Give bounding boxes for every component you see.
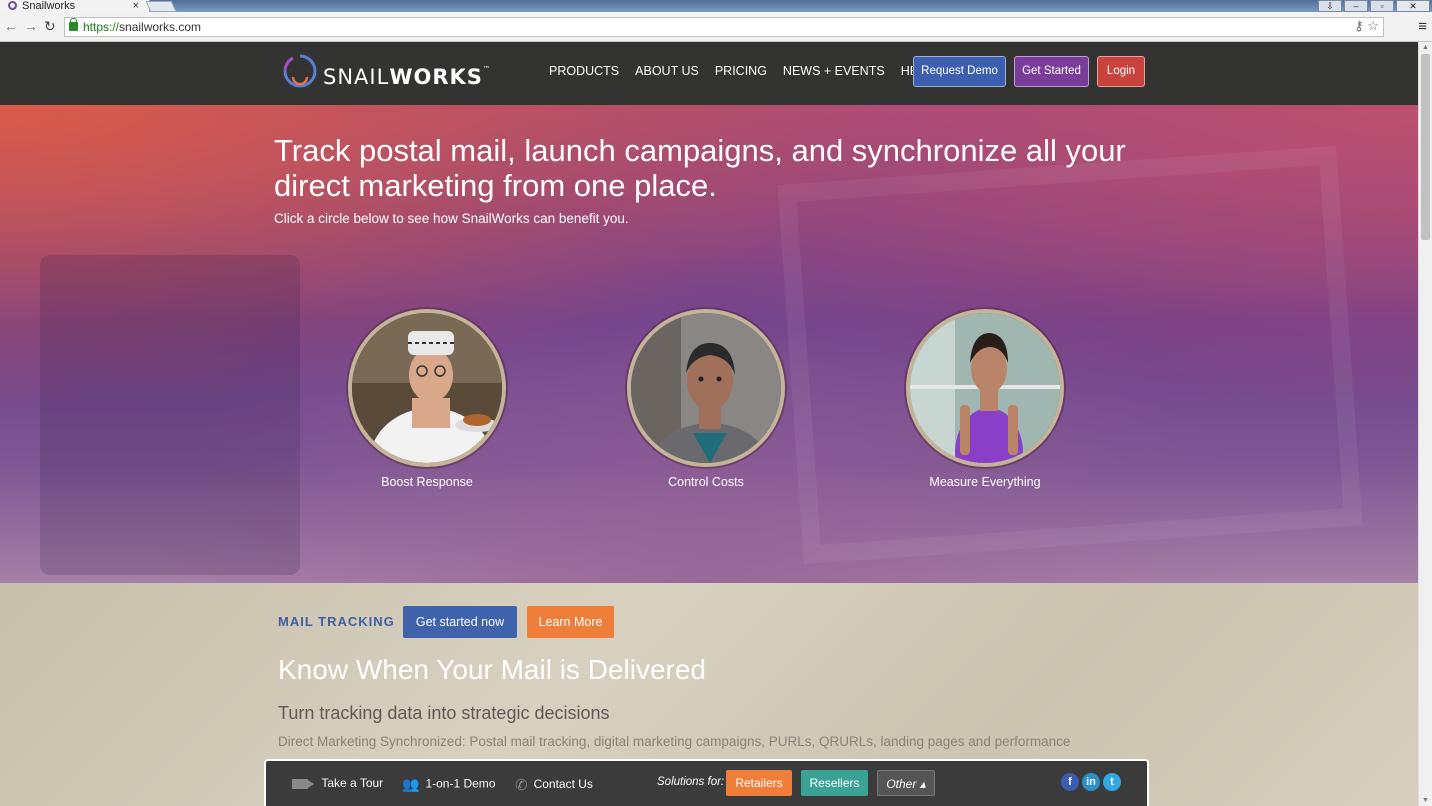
url-text: https://snailworks.com xyxy=(83,20,202,34)
tab-close-icon[interactable]: × xyxy=(133,0,139,12)
retailers-button[interactable]: Retailers xyxy=(726,770,792,796)
site-header: SNAILWORKS™ PRODUCTS ABOUT US PRICING NE… xyxy=(0,42,1418,105)
demo-link[interactable]: 👥 1-on-1 Demo xyxy=(402,776,495,793)
control-costs-circle[interactable]: Control Costs xyxy=(606,309,806,489)
lock-icon xyxy=(69,18,78,31)
window-controls: ⇩ – ▫ ✕ xyxy=(1318,0,1430,12)
contact-us-link[interactable]: ✆ Contact Us xyxy=(515,776,593,794)
scroll-thumb[interactable] xyxy=(1421,54,1430,240)
get-started-button[interactable]: Get Started xyxy=(1014,56,1089,87)
learn-more-button[interactable]: Learn More xyxy=(527,606,614,638)
nav-news-events[interactable]: NEWS + EVENTS xyxy=(783,64,885,78)
businesswoman-photo[interactable] xyxy=(627,309,785,467)
favicon-icon xyxy=(8,1,17,10)
other-dropdown[interactable]: Other ▴ xyxy=(877,770,935,796)
hero-title: Track postal mail, launch campaigns, and… xyxy=(274,133,1126,203)
reload-icon[interactable]: ↻ xyxy=(44,18,56,35)
control-costs-label[interactable]: Control Costs xyxy=(606,475,806,489)
chef-photo[interactable] xyxy=(348,309,506,467)
people-icon: 👥 xyxy=(402,776,420,792)
address-bar: ← → ↻ https://snailworks.com ⚷ ☆ ≡ xyxy=(0,12,1432,42)
bookmark-star-icon[interactable]: ⚷ ☆ xyxy=(1354,18,1379,34)
browser-tab[interactable]: Snailworks × xyxy=(0,0,150,12)
boost-response-label[interactable]: Boost Response xyxy=(327,475,527,489)
resellers-button[interactable]: Resellers xyxy=(801,770,868,796)
back-icon[interactable]: ← xyxy=(4,18,18,34)
measure-everything-circle[interactable]: Measure Everything xyxy=(885,309,1085,489)
scroll-up-icon[interactable]: ▲ xyxy=(1422,44,1429,51)
snailworks-logo[interactable]: SNAILWORKS™ xyxy=(279,50,490,98)
hero-section: Track postal mail, launch campaigns, and… xyxy=(0,105,1418,583)
logo-swirl-icon xyxy=(283,54,317,88)
url-input[interactable]: https://snailworks.com ⚷ ☆ xyxy=(64,17,1384,37)
facebook-icon[interactable]: f xyxy=(1061,773,1079,791)
floating-action-bar: Take a Tour 👥 1-on-1 Demo ✆ Contact Us Sol… xyxy=(264,759,1149,806)
restore-icon[interactable]: ▫ xyxy=(1370,0,1394,12)
forward-icon[interactable]: → xyxy=(24,18,38,34)
section-label: MAIL TRACKING xyxy=(278,614,395,629)
phone-icon: ✆ xyxy=(515,777,528,794)
hero-subtitle: Click a circle below to see how SnailWor… xyxy=(274,211,629,226)
browser-menu-icon[interactable]: ≡ xyxy=(1418,18,1427,35)
hero-background-shape xyxy=(40,255,300,575)
download-icon[interactable]: ⇩ xyxy=(1318,0,1342,12)
login-button[interactable]: Login xyxy=(1097,56,1145,87)
window-close-icon[interactable]: ✕ xyxy=(1396,0,1430,12)
browser-tabstrip: Snailworks × ⇩ – ▫ ✕ xyxy=(0,0,1432,12)
take-tour-link[interactable]: Take a Tour xyxy=(292,776,383,790)
fitness-woman-photo[interactable] xyxy=(906,309,1064,467)
request-demo-button[interactable]: Request Demo xyxy=(913,56,1006,87)
solutions-for-label: Solutions for: xyxy=(657,776,725,788)
logo-wordmark: SNAILWORKS™ xyxy=(323,65,491,89)
nav-pricing[interactable]: PRICING xyxy=(715,64,767,78)
nav-about-us[interactable]: ABOUT US xyxy=(635,64,699,78)
main-nav: PRODUCTS ABOUT US PRICING NEWS + EVENTS … xyxy=(549,64,933,78)
tab-title: Snailworks xyxy=(22,0,76,12)
section-title: Know When Your Mail is Delivered xyxy=(278,654,706,685)
linkedin-icon[interactable]: in xyxy=(1082,773,1100,791)
nav-products[interactable]: PRODUCTS xyxy=(549,64,619,78)
section-body: Direct Marketing Synchronized: Postal ma… xyxy=(278,734,1071,749)
boost-response-circle[interactable]: Boost Response xyxy=(327,309,527,489)
measure-everything-label[interactable]: Measure Everything xyxy=(885,475,1085,489)
new-tab-button[interactable] xyxy=(145,1,177,12)
scroll-down-icon[interactable]: ▼ xyxy=(1422,797,1429,804)
minimize-icon[interactable]: – xyxy=(1344,0,1368,12)
page-scrollbar[interactable]: ▲ ▼ xyxy=(1418,42,1432,806)
twitter-icon[interactable]: t xyxy=(1103,773,1121,791)
get-started-now-button[interactable]: Get started now xyxy=(403,606,517,638)
video-camera-icon xyxy=(292,778,314,789)
section-subtitle: Turn tracking data into strategic decisi… xyxy=(278,703,610,723)
